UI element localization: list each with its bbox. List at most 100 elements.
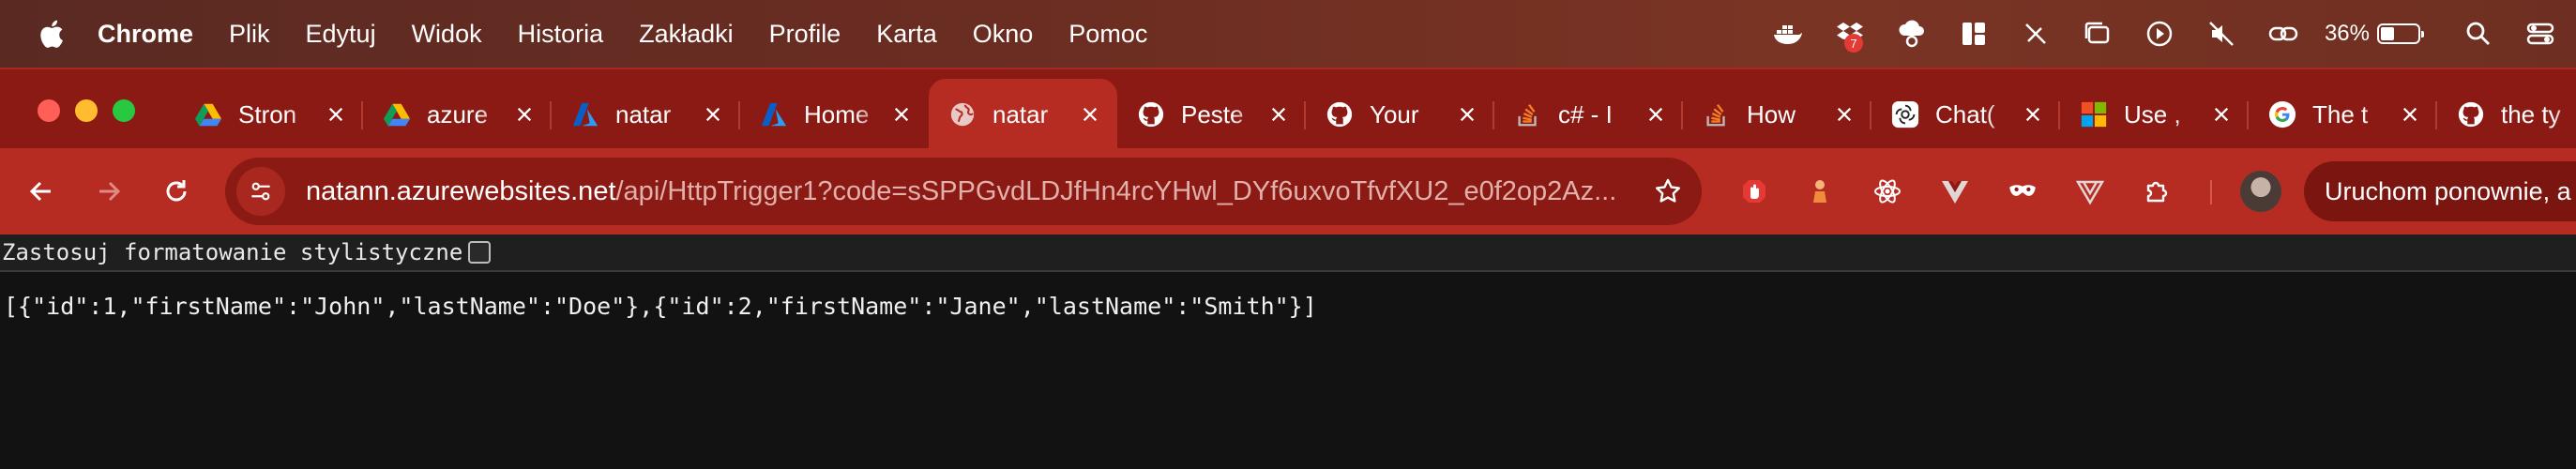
extensions-puzzle-icon[interactable] [2137,171,2178,212]
relaunch-button[interactable]: Uruchom ponownie, a [2304,161,2576,221]
menu-edytuj[interactable]: Edytuj [306,20,376,49]
tab-the-t[interactable]: The t [2249,79,2437,150]
tab-title: Stron [238,99,297,129]
stackoverflow-icon [1702,99,1732,129]
tab-how[interactable]: How [1683,79,1871,150]
tab-use[interactable]: Use , [2060,79,2249,150]
url-path: /api/HttpTrigger1?code=sSPPGvdLDJfHn4rcY… [615,175,1617,206]
menu-karta[interactable]: Karta [876,20,937,49]
close-tab-icon[interactable] [1453,100,1481,129]
tab-title: How [1747,99,1796,129]
battery-icon[interactable] [2377,23,2424,44]
profile-avatar[interactable] [2240,171,2281,212]
azure-icon [570,99,600,129]
tab-azure[interactable]: azure [363,79,552,150]
tab-csharp[interactable]: c# - I [1494,79,1683,150]
tab-chatgpt[interactable]: Chat( [1871,79,2060,150]
menu-okno[interactable]: Okno [973,20,1034,49]
tab-home[interactable]: Home [740,79,929,150]
close-tab-icon[interactable] [887,100,916,129]
link-icon[interactable] [2263,13,2304,54]
minimize-window-button[interactable] [75,99,98,122]
azure-icon [759,99,789,129]
tab-your[interactable]: Your [1306,79,1494,150]
url-host: natann.azurewebsites.net [306,175,616,206]
menu-historia[interactable]: Historia [518,20,604,49]
tab-title: Chat( [1935,99,1995,129]
close-tab-icon[interactable] [1642,100,1670,129]
close-tab-icon[interactable] [2396,100,2424,129]
microsoft-icon [2079,99,2109,129]
address-bar[interactable]: natann.azurewebsites.net/api/HttpTrigger… [225,158,1702,225]
json-response-text: [{"id":1,"firstName":"John","lastName":"… [4,293,1317,320]
menu-zakladki[interactable]: Zakładki [639,20,734,49]
close-tab-icon[interactable] [1076,100,1104,129]
github-icon [1136,99,1166,129]
vue-alt-icon[interactable] [2069,171,2111,212]
google-drive-icon [193,99,223,129]
back-button[interactable] [19,169,64,214]
pretty-print-checkbox[interactable] [468,241,492,264]
close-tab-icon[interactable] [699,100,727,129]
tab-title: Peste [1181,99,1244,129]
tab-natar-active[interactable]: natar [929,79,1117,150]
macos-menu-bar: Chrome Plik Edytuj Widok Historia Zakład… [0,0,2576,68]
tab-the-ty[interactable]: the ty [2437,79,2576,150]
notification-badge: 7 [1843,34,1863,53]
bookmark-star-icon[interactable] [1649,173,1687,210]
menu-widok[interactable]: Widok [412,20,482,49]
close-tab-icon[interactable] [1830,100,1858,129]
close-tab-icon[interactable] [322,100,350,129]
docker-icon[interactable] [1767,13,1809,54]
site-info-icon[interactable] [236,167,285,216]
menu-profile[interactable]: Profile [769,20,841,49]
tab-title: the ty [2501,99,2561,129]
tab-stron[interactable]: Stron [174,79,363,150]
reload-button[interactable] [154,169,199,214]
apple-logo-icon[interactable] [34,15,68,53]
pen-off-icon[interactable] [2015,13,2056,54]
close-tab-icon[interactable] [510,100,538,129]
tab-peste[interactable]: Peste [1117,79,1306,150]
browser-toolbar: natann.azurewebsites.net/api/HttpTrigger… [0,148,2576,234]
toolbar-divider [2210,180,2212,204]
tab-natar-azure[interactable]: natar [552,79,740,150]
play-icon[interactable] [2139,13,2180,54]
close-tab-icon[interactable] [1265,100,1293,129]
battery-percent: 36% [2324,21,2370,46]
dropbox-icon[interactable]: 7 [1829,13,1871,54]
search-icon[interactable] [2458,13,2499,54]
adblock-hand-icon[interactable] [1734,171,1775,212]
battery-level-fill [2381,27,2394,40]
mask-extension-icon[interactable] [2002,171,2043,212]
control-center-icon[interactable] [2520,13,2561,54]
tab-title: Your [1370,99,1419,129]
tab-title: natar [993,99,1049,129]
grid-app-icon[interactable] [1953,13,1994,54]
tab-title: natar [615,99,672,129]
pretty-print-bar: Zastosuj formatowanie stylistyczne [0,234,2576,272]
menu-pomoc[interactable]: Pomoc [1068,20,1147,49]
extension-figure-icon[interactable] [1799,171,1841,212]
cloud-fan-icon[interactable] [1891,13,1932,54]
window-icon[interactable] [2077,13,2118,54]
tab-title: c# - I [1558,99,1613,129]
react-devtools-icon[interactable] [1867,171,1908,212]
mute-icon[interactable] [2201,13,2242,54]
menu-plik[interactable]: Plik [229,20,270,49]
url-text[interactable]: natann.azurewebsites.net/api/HttpTrigger… [306,176,1638,207]
openai-icon [1890,99,1920,129]
zoom-window-button[interactable] [113,99,135,122]
github-icon [2456,99,2486,129]
tab-strip: Stron azure natar Home natar Peste Your … [0,68,2576,150]
menu-chrome[interactable]: Chrome [98,20,193,49]
vue-devtools-icon[interactable] [1934,171,1976,212]
tab-title: azure [427,99,489,129]
close-window-button[interactable] [38,99,60,122]
close-tab-icon[interactable] [2207,100,2235,129]
tab-title: Home [804,99,870,129]
tab-title: The t [2312,99,2369,129]
globe-icon [947,99,977,129]
close-tab-icon[interactable] [2019,100,2047,129]
forward-button[interactable] [86,169,131,214]
